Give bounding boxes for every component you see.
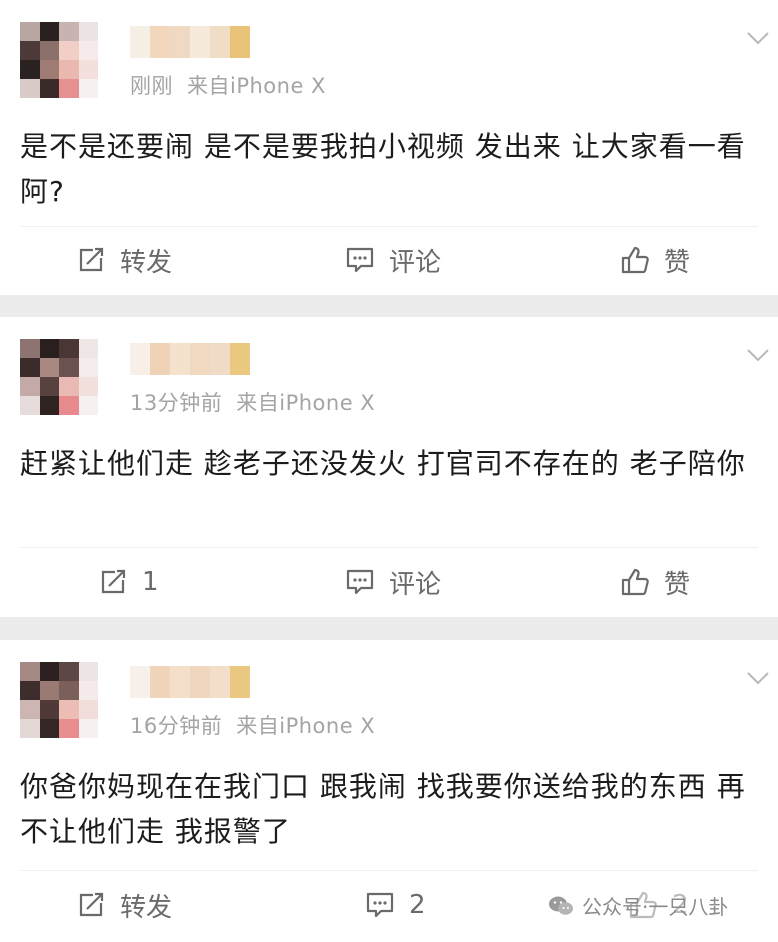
post-content: 你爸你妈现在在我门口 跟我闹 找我要你送给我的东西 再不让他们走 我报警了 xyxy=(20,770,746,848)
repost-icon xyxy=(78,247,120,273)
like-button[interactable]: 赞 xyxy=(620,557,690,607)
like-button[interactable]: 赞 xyxy=(620,235,690,285)
comment-button[interactable]: 2 xyxy=(365,880,426,930)
watermark: 公众号·一只八卦 xyxy=(548,891,733,920)
like-label: 赞 xyxy=(664,247,691,278)
repost-label: 转发 xyxy=(120,247,173,278)
repost-button[interactable]: 转发 xyxy=(78,235,172,285)
avatar[interactable] xyxy=(20,339,98,415)
post-time: 16分钟前 xyxy=(130,714,223,738)
divider xyxy=(20,226,758,227)
chevron-down-icon[interactable] xyxy=(746,670,770,690)
post-content: 赶紧让他们走 趁老子还没发火 打官司不存在的 老子陪你 xyxy=(20,447,746,480)
thumbs-up-icon xyxy=(620,567,664,597)
comment-count: 2 xyxy=(409,890,426,920)
comment-label: 评论 xyxy=(389,247,442,278)
repost-icon xyxy=(100,569,142,595)
username-blurred[interactable] xyxy=(130,26,250,58)
like-label: 赞 xyxy=(664,569,691,600)
avatar[interactable] xyxy=(20,662,98,738)
post-meta: 刚刚 来自iPhone X xyxy=(130,70,326,100)
repost-button[interactable]: 转发 xyxy=(78,880,172,930)
watermark-text: 公众号·一只八卦 xyxy=(582,895,729,919)
comment-button[interactable]: 评论 xyxy=(345,235,441,285)
comment-icon xyxy=(345,568,389,596)
post-source: 来自iPhone X xyxy=(236,391,376,415)
post-content: 是不是还要闹 是不是要我拍小视频 发出来 让大家看一看 阿? xyxy=(20,130,746,208)
divider xyxy=(20,547,758,548)
comment-button[interactable]: 评论 xyxy=(345,557,441,607)
repost-label: 转发 xyxy=(120,892,173,923)
post-time: 刚刚 xyxy=(130,74,173,98)
post-meta: 16分钟前 来自iPhone X xyxy=(130,710,375,740)
repost-count: 1 xyxy=(142,567,159,597)
username-blurred[interactable] xyxy=(130,343,250,375)
comment-icon xyxy=(365,891,409,919)
comment-icon xyxy=(345,246,389,274)
post-time: 13分钟前 xyxy=(130,391,223,415)
action-bar: 1 评论 赞 xyxy=(0,557,778,607)
chevron-down-icon[interactable] xyxy=(746,347,770,367)
comment-label: 评论 xyxy=(389,569,442,600)
repost-button[interactable]: 1 xyxy=(100,557,159,607)
weibo-post: 13分钟前 来自iPhone X 赶紧让他们走 趁老子还没发火 打官司不存在的 老… xyxy=(0,317,778,617)
wechat-icon xyxy=(548,895,582,917)
avatar[interactable] xyxy=(20,22,98,98)
chevron-down-icon[interactable] xyxy=(746,30,770,50)
weibo-post: 刚刚 来自iPhone X 是不是还要闹 是不是要我拍小视频 发出来 让大家看一看… xyxy=(0,0,778,295)
post-source: 来自iPhone X xyxy=(236,714,376,738)
post-source: 来自iPhone X xyxy=(187,74,326,98)
divider xyxy=(20,870,758,871)
username-blurred[interactable] xyxy=(130,666,250,698)
action-bar: 转发 评论 赞 xyxy=(0,235,778,285)
repost-icon xyxy=(78,892,120,918)
post-meta: 13分钟前 来自iPhone X xyxy=(130,387,375,417)
thumbs-up-icon xyxy=(620,245,664,275)
